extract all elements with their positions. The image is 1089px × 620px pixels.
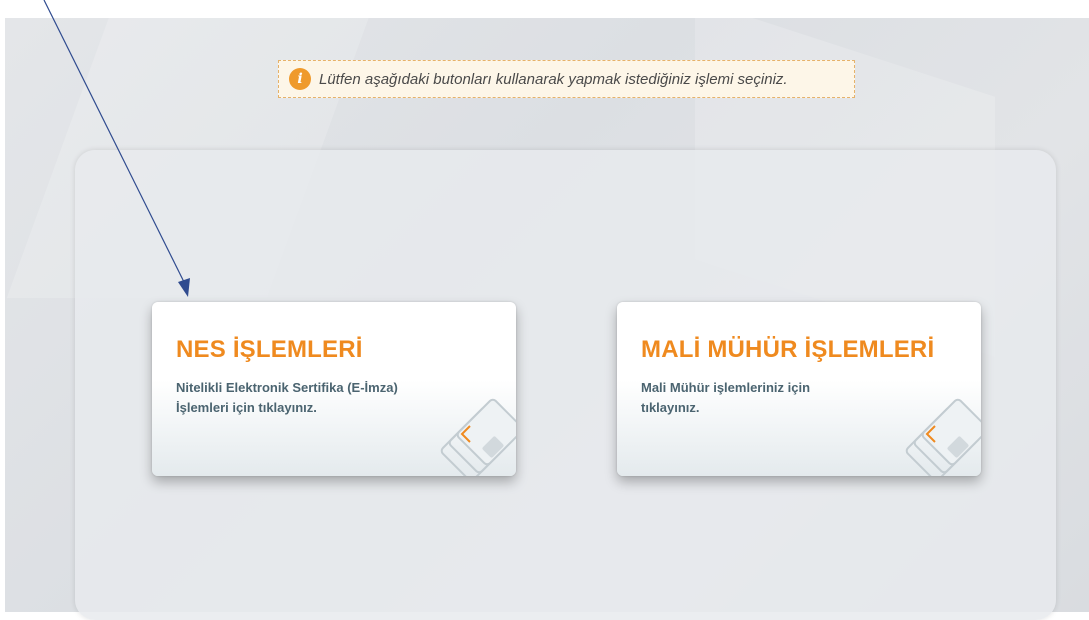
notice-text: Lütfen aşağıdaki butonları kullanarak ya… xyxy=(319,70,788,88)
info-icon: i xyxy=(289,68,311,90)
nes-operations-card[interactable]: NES İŞLEMLERİ Nitelikli Elektronik Serti… xyxy=(152,302,516,476)
card-title: MALİ MÜHÜR İŞLEMLERİ xyxy=(641,336,935,363)
card-description: Mali Mühür işlemleriniz için tıklayınız. xyxy=(641,380,811,415)
mali-muhur-operations-card[interactable]: MALİ MÜHÜR İŞLEMLERİ Mali Mühür işlemler… xyxy=(617,302,981,476)
page: i Lütfen aşağıdaki butonları kullanarak … xyxy=(0,0,1089,620)
card-title: NES İŞLEMLERİ xyxy=(176,336,363,363)
smart-card-icon xyxy=(905,398,981,476)
info-notice: i Lütfen aşağıdaki butonları kullanarak … xyxy=(278,60,855,98)
smart-card-icon xyxy=(440,398,516,476)
card-description: Nitelikli Elektronik Sertifika (E-İmza) … xyxy=(176,380,398,415)
